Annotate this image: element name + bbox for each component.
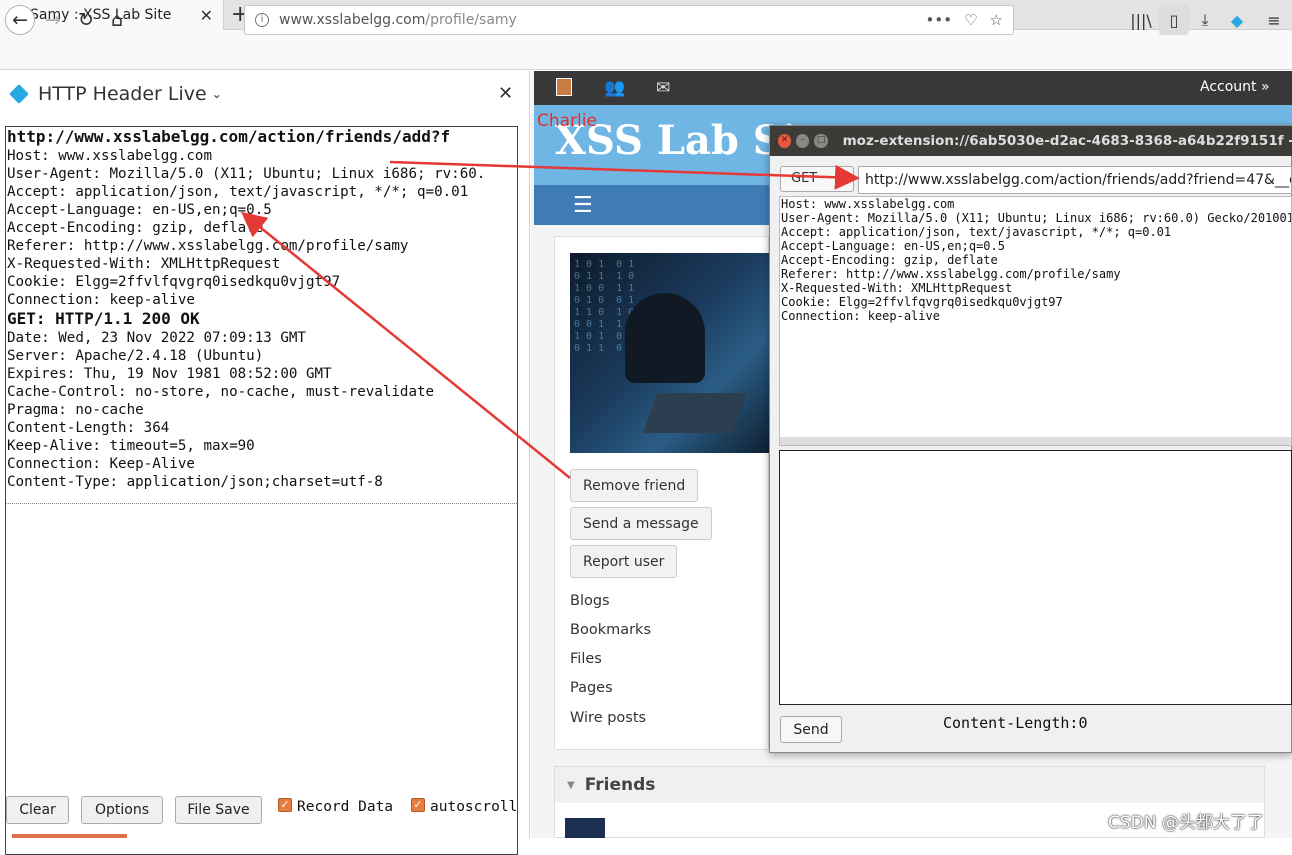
http-header-live-extension-icon[interactable]: ◆ [1222,5,1252,35]
autoscroll-checkbox[interactable]: ✓ [411,798,425,812]
profile-link-blogs[interactable]: Blogs [570,593,610,609]
request-url-input[interactable]: http://www.xsslabelgg.com/action/friends… [858,166,1292,194]
hamburger-menu-icon[interactable]: ≡ [1259,5,1289,35]
send-message-button[interactable]: Send a message [570,507,712,540]
record-data-checkbox[interactable]: ✓ [278,798,292,812]
account-menu[interactable]: Account » [1200,79,1270,95]
profile-link-pages[interactable]: Pages [570,680,613,696]
response-header-line: Server: Apache/2.4.18 (Ubuntu) [7,348,264,364]
friend-avatar[interactable] [565,818,605,838]
navigation-bar [0,30,1292,70]
response-header-line: Expires: Thu, 19 Nov 1981 08:52:00 GMT [7,366,332,382]
downloads-icon[interactable]: ⤓ [1190,5,1220,35]
page-actions-icon[interactable]: ••• [926,11,953,29]
response-body-textarea[interactable] [779,450,1292,705]
popup-header-line: User-Agent: Mozilla/5.0 (X11; Ubuntu; Li… [781,211,1292,225]
response-header-line: Content-Length: 364 [7,420,170,436]
request-header-line: Host: www.xsslabelgg.com [7,148,212,164]
popup-header-line: Connection: keep-alive [781,309,940,323]
forward-button[interactable]: → [38,5,68,35]
popup-header-line: Host: www.xsslabelgg.com [781,197,955,211]
options-button[interactable]: Options [81,796,163,824]
method-select[interactable]: GET [780,166,854,192]
window-maximize-icon[interactable]: □ [814,134,828,148]
response-header-line: Cache-Control: no-store, no-cache, must-… [7,384,435,400]
extension-cube-icon [9,84,29,104]
response-header-line: Pragma: no-cache [7,402,144,418]
popup-header-line: Accept: application/json, text/javascrip… [781,225,1172,239]
bookmark-star-icon[interactable]: ☆ [990,11,1003,29]
header-log-pane[interactable]: http://www.xsslabelgg.com/action/friends… [5,126,518,855]
site-topbar: 👥 ✉ [534,71,1292,105]
content-length-label: Content-Length:0 [943,714,1088,732]
horizontal-scrollbar[interactable] [780,437,1291,445]
send-button[interactable]: Send [780,716,842,743]
chevron-down-icon: ⌄ [211,87,222,101]
request-header-line: Accept-Encoding: gzip, deflate [7,220,264,236]
request-header-line: X-Requested-With: XMLHttpRequest [7,256,281,272]
messages-envelope-icon[interactable]: ✉ [656,78,670,98]
window-close-icon[interactable]: ✕ [778,134,792,148]
popup-header-line: X-Requested-With: XMLHttpRequest [781,281,1013,295]
response-header-line: Connection: Keep-Alive [7,456,195,472]
sidebar-close-icon[interactable]: ✕ [498,83,513,104]
response-header-line: Keep-Alive: timeout=5, max=90 [7,438,255,454]
response-header-line: Date: Wed, 23 Nov 2022 07:09:13 GMT [7,330,306,346]
request-header-line: Cookie: Elgg=2ffvlfqvgrq0isedkqu0vjgt97 [7,274,341,290]
site-info-icon[interactable]: i [255,13,269,27]
sidebar-header[interactable]: HTTP Header Live ⌄ [0,71,530,117]
scroll-progress-bar[interactable] [12,834,127,838]
popup-header-line: Referer: http://www.xsslabelgg.com/profi… [781,267,1121,281]
request-header-line: Accept-Language: en-US,en;q=0.5 [7,202,272,218]
collapse-triangle-icon: ▼ [567,779,575,791]
profile-photo: 1 0 1 0 1 0 1 1 1 0 1 0 0 1 1 0 1 0 0 1 … [570,253,769,453]
site-menu-icon[interactable]: ☰ [573,193,593,218]
response-header-line: Content-Type: application/json;charset=u… [7,474,383,490]
response-status-line: GET: HTTP/1.1 200 OK [7,309,200,328]
file-save-button[interactable]: File Save [175,796,262,824]
request-header-line: Connection: keep-alive [7,292,195,308]
sidebar-title: HTTP Header Live [38,83,207,105]
friends-heading[interactable]: ▼ Friends [555,767,1264,803]
http-header-live-sidebar: HTTP Header Live ⌄ ✕ http://www.xsslabel… [0,71,530,855]
tab-close-icon[interactable]: ✕ [200,6,213,25]
url-path: /profile/samy [425,12,517,28]
window-minimize-icon[interactable]: – [796,134,810,148]
profile-link-files[interactable]: Files [570,651,602,667]
popup-title-bar[interactable]: ✕ – □ moz-extension://6ab5030e-d2ac-4683… [770,126,1292,156]
user-avatar-icon[interactable] [556,78,572,96]
record-data-label: Record Data [297,799,394,815]
request-headers-textarea[interactable]: Host: www.xsslabelgg.com User-Agent: Moz… [779,196,1292,446]
home-button[interactable]: ⌂ [102,5,132,35]
report-user-button[interactable]: Report user [570,545,678,578]
sidebar-toggle-icon[interactable]: ▯ [1159,5,1189,35]
url-host: www.xsslabelgg.com [279,12,426,28]
autoscroll-label: autoscroll [430,799,518,815]
request-header-line: User-Agent: Mozilla/5.0 (X11; Ubuntu; Li… [7,166,486,182]
remove-friend-button[interactable]: Remove friend [570,469,699,502]
profile-link-wire-posts[interactable]: Wire posts [570,710,646,726]
reload-button[interactable]: ↻ [71,5,101,35]
profile-link-bookmarks[interactable]: Bookmarks [570,622,651,638]
friends-heading-text: Friends [584,775,656,795]
clear-button[interactable]: Clear [6,796,69,824]
popup-header-line: Cookie: Elgg=2ffvlfqvgrq0isedkqu0vjgt97 [781,295,1063,309]
friends-icon[interactable]: 👥 [604,78,625,98]
request-header-line: Referer: http://www.xsslabelgg.com/profi… [7,238,409,254]
request-header-line: Accept: application/json, text/javascrip… [7,184,469,200]
watermark: CSDN @头都大了了 [1108,813,1264,833]
popup-header-line: Accept-Encoding: gzip, deflate [781,253,998,267]
annotation-label: Charlie [537,111,597,131]
pocket-icon[interactable]: ♡ [964,11,977,29]
library-icon[interactable]: |||\ [1126,5,1156,35]
popup-title: moz-extension://6ab5030e-d2ac-4683-8368-… [842,133,1292,149]
popup-header-line: Accept-Language: en-US,en;q=0.5 [781,239,1005,253]
request-url-line[interactable]: http://www.xsslabelgg.com/action/friends… [6,127,517,147]
url-bar[interactable]: i www.xsslabelgg.com/profile/samy ••• ♡ … [244,5,1014,35]
entry-divider [6,503,517,504]
back-button[interactable]: ← [5,5,35,35]
